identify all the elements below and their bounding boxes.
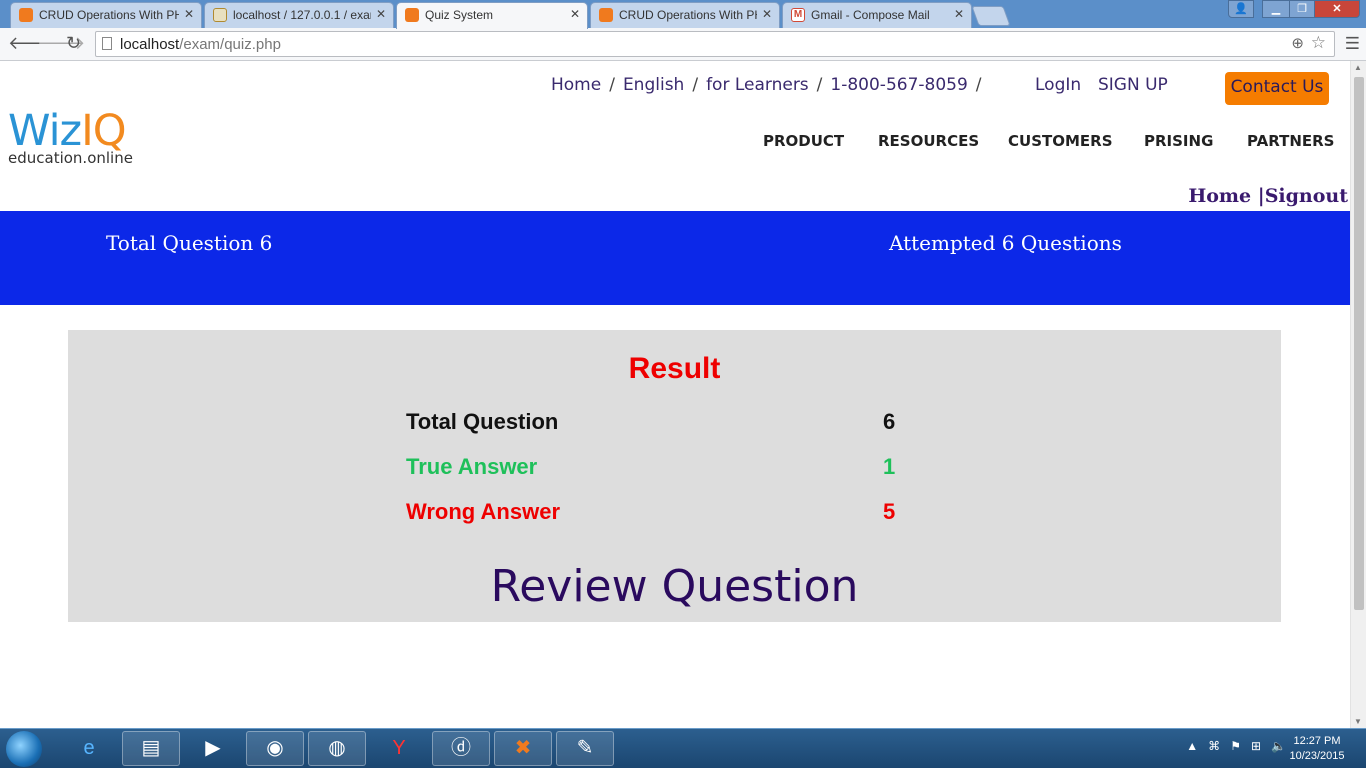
close-tab-icon[interactable]: ✕: [762, 7, 772, 21]
windows-icon[interactable]: ⊞: [1251, 739, 1261, 753]
user-profile-button[interactable]: 👤: [1228, 0, 1254, 18]
xampp-icon: [19, 8, 33, 22]
phpmyadmin-icon: [213, 8, 227, 22]
result-label: Wrong Answer: [406, 499, 561, 524]
close-tab-icon[interactable]: ✕: [954, 7, 964, 21]
nav-customers[interactable]: CUSTOMERS: [1008, 132, 1113, 150]
nav-prising[interactable]: PRISING: [1144, 132, 1213, 150]
browser-tab-strip: CRUD Operations With PHP ✕ localhost / 1…: [0, 0, 1366, 29]
system-tray: ▲ ⌘ ⚑ ⊞ 🔈: [1186, 739, 1286, 753]
network-icon[interactable]: ⌘: [1208, 739, 1220, 753]
nav-partners[interactable]: PARTNERS: [1247, 132, 1335, 150]
user-links: Home |Signout: [1188, 185, 1348, 207]
windows-taskbar: e ▤ ▶ ◉ ◍ Y ⓓ ✖ ✎ ▲ ⌘ ⚑ ⊞ 🔈 12:27 PM 10/…: [0, 728, 1366, 768]
separator: /: [609, 75, 615, 95]
signup-link[interactable]: SIGN UP: [1098, 75, 1168, 95]
clock-date: 10/23/2015: [1289, 750, 1345, 762]
scrollbar-thumb[interactable]: [1354, 77, 1364, 610]
minimize-button[interactable]: ▁: [1262, 0, 1290, 18]
firefox-icon[interactable]: ◍: [308, 731, 366, 766]
browser-tab[interactable]: localhost / 127.0.0.1 / exam ✕: [204, 2, 394, 28]
clock-time: 12:27 PM: [1293, 735, 1341, 747]
scroll-up-arrow-icon[interactable]: ▲: [1354, 63, 1362, 72]
notepad-icon[interactable]: ✎: [556, 731, 614, 766]
page-scrollbar[interactable]: ▲ ▼: [1350, 61, 1366, 728]
url-host: localhost: [120, 36, 180, 53]
attempted-questions-text: Attempted 6 Questions: [889, 231, 1122, 255]
close-window-button[interactable]: ✕: [1314, 0, 1360, 18]
contact-us-button[interactable]: Contact Us: [1225, 72, 1329, 105]
tab-title: Gmail - Compose Mail: [811, 8, 930, 22]
logo-tagline: education.online: [8, 149, 133, 167]
xampp-icon: [599, 8, 613, 22]
new-tab-button[interactable]: [971, 6, 1011, 26]
top-link-english[interactable]: English: [623, 75, 684, 95]
tab-title: Quiz System: [425, 8, 494, 22]
browser-tab[interactable]: M Gmail - Compose Mail ✕: [782, 2, 972, 28]
result-value: 5: [883, 499, 896, 524]
result-panel: Result Total Question 6 True Answer 1 Wr…: [68, 330, 1281, 622]
show-hidden-icons-icon[interactable]: ▲: [1186, 739, 1198, 753]
result-label: Total Question: [406, 409, 559, 434]
close-tab-icon[interactable]: ✕: [376, 7, 386, 21]
wiziq-logo[interactable]: WizIQ education.online: [8, 107, 133, 167]
menu-icon[interactable]: ☰: [1345, 34, 1360, 54]
dreamweaver-icon[interactable]: ⓓ: [432, 731, 490, 766]
quiz-status-banner: Total Question 6 Attempted 6 Questions: [0, 211, 1350, 305]
tab-title: localhost / 127.0.0.1 / exam: [233, 8, 371, 22]
top-link-learners[interactable]: for Learners: [706, 75, 809, 95]
result-heading: Result: [628, 352, 721, 385]
internet-explorer-icon[interactable]: e: [60, 731, 118, 766]
user-home-link[interactable]: Home: [1188, 185, 1251, 207]
clock[interactable]: 12:27 PM 10/23/2015: [1284, 734, 1350, 764]
xampp-icon[interactable]: ✖: [494, 731, 552, 766]
file-explorer-icon[interactable]: ▤: [122, 731, 180, 766]
result-label: True Answer: [406, 454, 538, 479]
separator: /: [816, 75, 823, 95]
separator: /: [975, 75, 982, 95]
media-player-icon[interactable]: ▶: [184, 731, 242, 766]
login-link[interactable]: LogIn: [1035, 75, 1081, 95]
browser-tab[interactable]: CRUD Operations With PHP ✕: [10, 2, 202, 28]
signout-link[interactable]: Signout: [1265, 185, 1348, 207]
browser-tab[interactable]: CRUD Operations With PHP ✕: [590, 2, 780, 28]
tab-title: CRUD Operations With PHP: [39, 8, 179, 22]
action-center-icon[interactable]: ⚑: [1230, 739, 1241, 753]
total-question-text: Total Question 6: [106, 231, 273, 255]
url-text[interactable]: localhost/exam/quiz.php: [120, 36, 281, 53]
zoom-icon[interactable]: ⊕: [1291, 34, 1304, 52]
browser-tab-active[interactable]: Quiz System ✕: [396, 2, 588, 29]
url-path: /exam/quiz.php: [179, 36, 281, 53]
page-content: Home / English / for Learners / 1-800-567-8059…: [0, 61, 1350, 728]
top-link-home[interactable]: Home: [551, 75, 601, 95]
start-button[interactable]: [6, 731, 42, 767]
chrome-icon[interactable]: ◉: [246, 731, 304, 766]
xampp-icon: [405, 8, 419, 22]
reload-icon[interactable]: ↻: [66, 33, 81, 54]
nav-resources[interactable]: RESOURCES: [878, 132, 979, 150]
bookmark-star-icon[interactable]: ☆: [1311, 33, 1326, 53]
top-link-phone[interactable]: 1-800-567-8059: [830, 75, 967, 95]
browser-toolbar: 🡐 🡒 ↻ localhost/exam/quiz.php ⊕ ☆ ☰: [0, 28, 1366, 61]
maximize-button[interactable]: ❐: [1289, 0, 1315, 18]
separator: /: [692, 75, 699, 95]
scroll-down-arrow-icon[interactable]: ▼: [1354, 717, 1362, 726]
result-value: 1: [883, 454, 896, 479]
close-tab-icon[interactable]: ✕: [184, 7, 194, 21]
result-value: 6: [883, 409, 896, 434]
page-icon: [102, 37, 112, 50]
nav-product[interactable]: PRODUCT: [763, 132, 844, 150]
tab-title: CRUD Operations With PHP: [619, 8, 757, 22]
address-bar[interactable]: localhost/exam/quiz.php ⊕ ☆: [95, 31, 1335, 57]
logo-wordmark: WizIQ: [8, 107, 133, 155]
separator: |: [1257, 185, 1265, 207]
review-question-link[interactable]: Review Question: [68, 561, 1281, 612]
top-links: Home / English / for Learners / 1-800-567-8059…: [551, 75, 990, 95]
gmail-icon: M: [791, 8, 805, 22]
close-tab-icon[interactable]: ✕: [570, 7, 580, 21]
yandex-icon[interactable]: Y: [370, 731, 428, 766]
